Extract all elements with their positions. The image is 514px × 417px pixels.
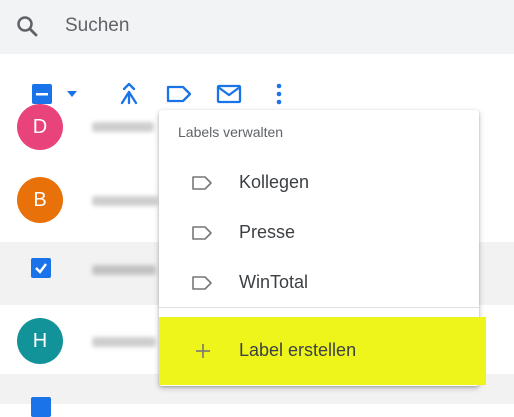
create-label-button[interactable]: Label erstellen: [159, 326, 479, 376]
mail-icon[interactable]: [215, 80, 243, 108]
create-label-text: Label erstellen: [239, 340, 357, 360]
search-input[interactable]: [65, 13, 485, 39]
label-outline-icon: [192, 226, 212, 240]
menu-item-kollegen[interactable]: Kollegen: [159, 158, 479, 208]
row-checkbox[interactable]: [31, 258, 51, 278]
merge-icon[interactable]: [115, 80, 143, 108]
search-bar: [0, 0, 514, 54]
avatar: B: [17, 177, 63, 223]
blurred-name: [92, 337, 156, 347]
menu-divider: [159, 307, 479, 308]
menu-item-label: Kollegen: [239, 172, 310, 192]
label-icon[interactable]: [165, 80, 193, 108]
menu-item-label: Presse: [239, 222, 296, 242]
label-outline-icon: [192, 176, 212, 190]
blurred-name: [92, 265, 156, 275]
more-vert-icon[interactable]: [265, 80, 293, 108]
labels-menu: Labels verwalten Kollegen Presse WinTota…: [159, 110, 486, 386]
avatar: D: [17, 104, 63, 150]
blurred-name: [92, 196, 158, 206]
menu-item-wintotal[interactable]: WinTotal: [159, 258, 479, 308]
row-checkbox[interactable]: [31, 397, 51, 417]
menu-title: Labels verwalten: [178, 124, 284, 140]
chevron-down-icon[interactable]: [58, 80, 86, 108]
toolbar: [0, 54, 514, 118]
plus-icon: [196, 344, 210, 358]
menu-item-label: WinTotal: [239, 272, 309, 292]
label-outline-icon: [192, 276, 212, 290]
blurred-name: [92, 122, 154, 132]
search-icon[interactable]: [15, 14, 39, 38]
avatar: H: [17, 318, 63, 364]
menu-item-presse[interactable]: Presse: [159, 208, 479, 258]
